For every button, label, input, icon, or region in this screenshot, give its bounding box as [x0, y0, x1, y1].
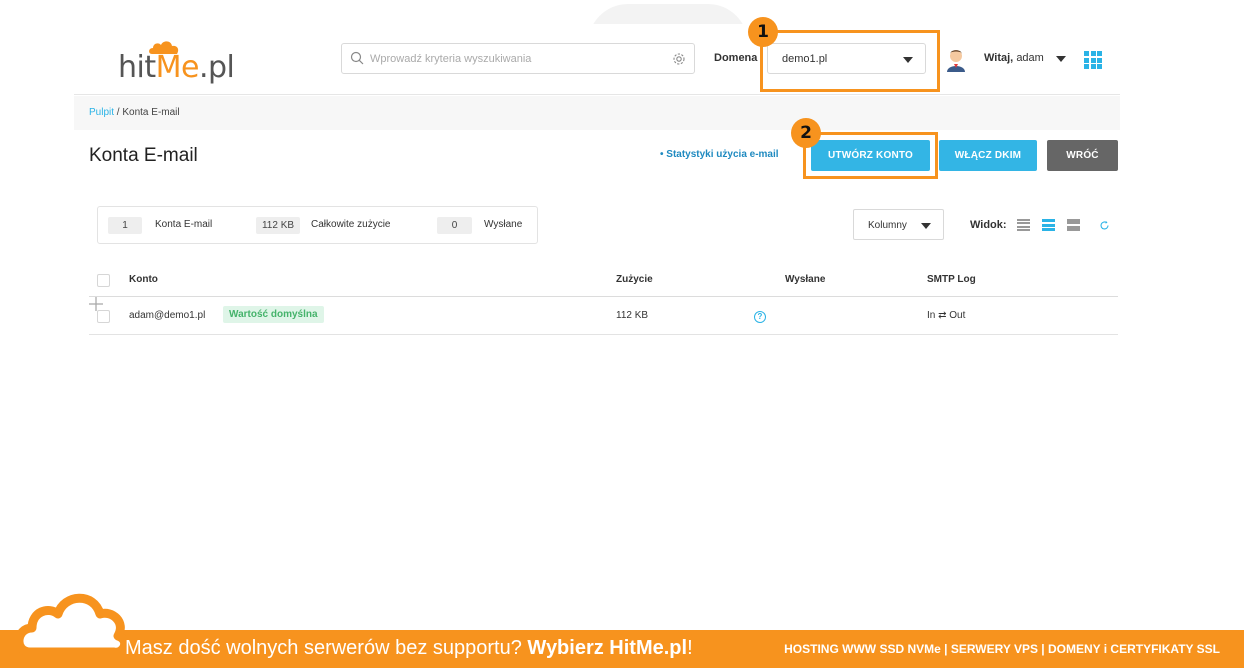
slogan-end: ! — [687, 637, 693, 659]
accounts-count: 1 — [108, 217, 142, 234]
chevron-down-icon — [921, 223, 931, 229]
greeting-user: adam — [1016, 52, 1044, 64]
smtp-log-link[interactable]: In ⇄ Out — [927, 310, 965, 321]
header-sent[interactable]: Wysłane — [785, 274, 825, 285]
search-box — [341, 43, 695, 74]
breadcrumb: Pulpit / Konta E-mail — [74, 96, 1120, 130]
header-account[interactable]: Konto — [129, 274, 158, 285]
back-button[interactable]: WRÓĆ — [1047, 140, 1118, 171]
expand-plus-icon[interactable] — [89, 297, 103, 311]
slogan-bold: Wybierz HitMe.pl — [527, 637, 688, 659]
footer-slogan: Masz dość wolnych serwerów bez supportu?… — [125, 637, 693, 660]
columns-label: Kolumny — [868, 220, 907, 231]
step-marker-1: 1 — [748, 17, 778, 47]
select-all-checkbox[interactable] — [97, 274, 110, 287]
domain-label: Domena — [714, 52, 758, 64]
cloud-icon — [18, 593, 126, 656]
footer-services: HOSTING WWW SSD NVMe | SERWERY VPS | DOM… — [784, 642, 1220, 656]
search-icon — [350, 51, 364, 65]
header-smtp-log[interactable]: SMTP Log — [927, 274, 976, 285]
greeting-bold: Witaj, — [984, 52, 1014, 64]
avatar[interactable] — [946, 48, 966, 72]
breadcrumb-current: Konta E-mail — [122, 107, 180, 118]
logo-prefix: hit — [118, 50, 156, 85]
slogan-text: Masz dość wolnych serwerów bez supportu? — [125, 637, 522, 659]
summary-bar: 1 Konta E-mail 112 KB Całkowite zużycie … — [97, 206, 538, 244]
account-usage: 112 KB — [616, 310, 649, 321]
accounts-label: Konta E-mail — [155, 219, 213, 230]
highlight-create-button — [803, 132, 938, 179]
default-badge: Wartość domyślna — [223, 306, 324, 323]
sent-count: 0 — [437, 217, 472, 234]
step-marker-2: 2 — [791, 118, 821, 148]
search-input[interactable] — [370, 48, 660, 70]
help-icon[interactable]: ? — [754, 311, 766, 323]
view-normal-icon[interactable] — [1042, 219, 1055, 231]
logo-suffix: .pl — [198, 50, 235, 85]
user-greeting[interactable]: Witaj, adam — [984, 52, 1044, 64]
page-title: Konta E-mail — [89, 145, 198, 166]
account-email[interactable]: adam@demo1.pl — [129, 310, 205, 321]
view-compact-icon[interactable] — [1017, 219, 1030, 231]
apps-grid-icon[interactable] — [1084, 51, 1102, 69]
email-stats-link[interactable]: • Statystyki użycia e-mail — [660, 149, 779, 160]
chevron-down-icon[interactable] — [1056, 56, 1066, 62]
gear-icon[interactable] — [672, 52, 686, 66]
logo-accent: Me — [155, 50, 200, 85]
sent-label: Wysłane — [484, 219, 523, 230]
top-header: hitMe.pl Domena demo1.pl Witaj, adam — [74, 24, 1120, 95]
header-usage[interactable]: Zużycie — [616, 274, 653, 285]
refresh-icon[interactable] — [1099, 220, 1110, 231]
table-row: adam@demo1.pl Wartość domyślna 112 KB ? … — [89, 297, 1118, 335]
usage-value: 112 KB — [256, 217, 300, 234]
row-checkbox[interactable] — [97, 310, 110, 323]
hitme-logo[interactable]: hitMe.pl — [118, 38, 238, 85]
email-accounts-table: Konto Zużycie Wysłane SMTP Log adam@demo… — [89, 262, 1118, 335]
table-header: Konto Zużycie Wysłane SMTP Log — [89, 262, 1118, 297]
columns-dropdown[interactable]: Kolumny — [853, 209, 944, 240]
usage-label: Całkowite zużycie — [311, 219, 391, 230]
enable-dkim-button[interactable]: WŁĄCZ DKIM — [939, 140, 1037, 171]
highlight-domain-select — [760, 30, 940, 92]
view-label: Widok: — [970, 219, 1007, 231]
breadcrumb-home-link[interactable]: Pulpit — [89, 107, 114, 118]
view-wide-icon[interactable] — [1067, 219, 1080, 231]
